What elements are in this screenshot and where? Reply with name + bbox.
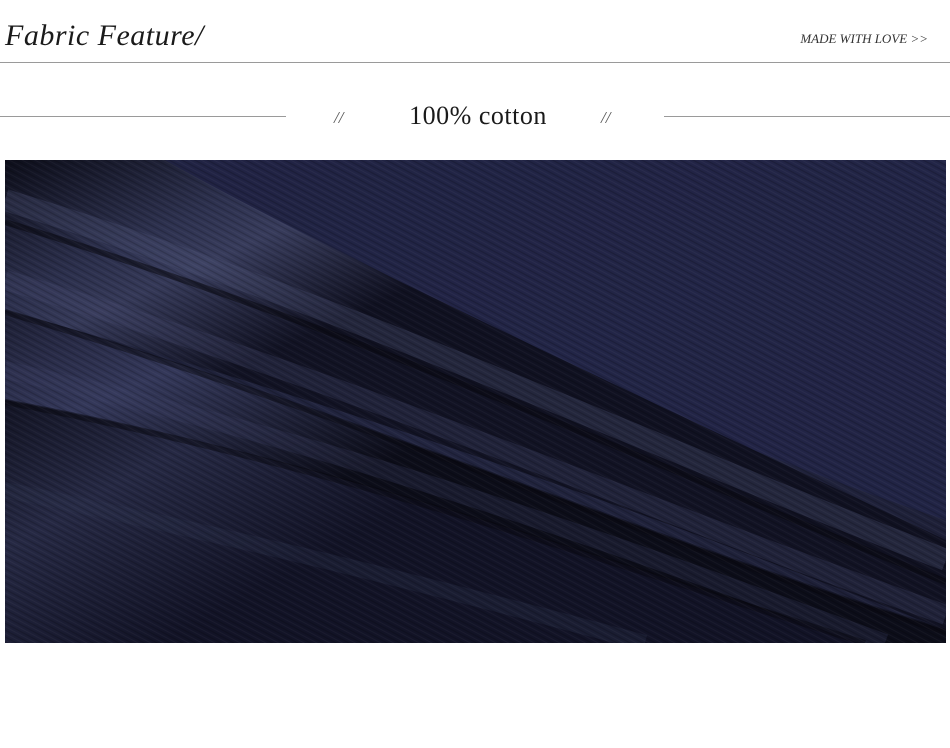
page-header: Fabric Feature/ MADE WITH LOVE >> xyxy=(0,0,950,63)
divider-line-left xyxy=(0,116,286,117)
fabric-folds-image xyxy=(5,160,946,643)
fabric-photo xyxy=(5,160,946,643)
feature-divider: // 100% cotton // xyxy=(0,98,950,138)
slash-ornament-left: // xyxy=(334,108,344,127)
section-title: Fabric Feature/ xyxy=(5,19,204,52)
made-with-love-link[interactable]: MADE WITH LOVE >> xyxy=(800,31,928,47)
fabric-composition-label: 100% cotton xyxy=(409,101,547,130)
slash-ornament-right: // xyxy=(601,108,611,127)
divider-line-right xyxy=(664,116,950,117)
